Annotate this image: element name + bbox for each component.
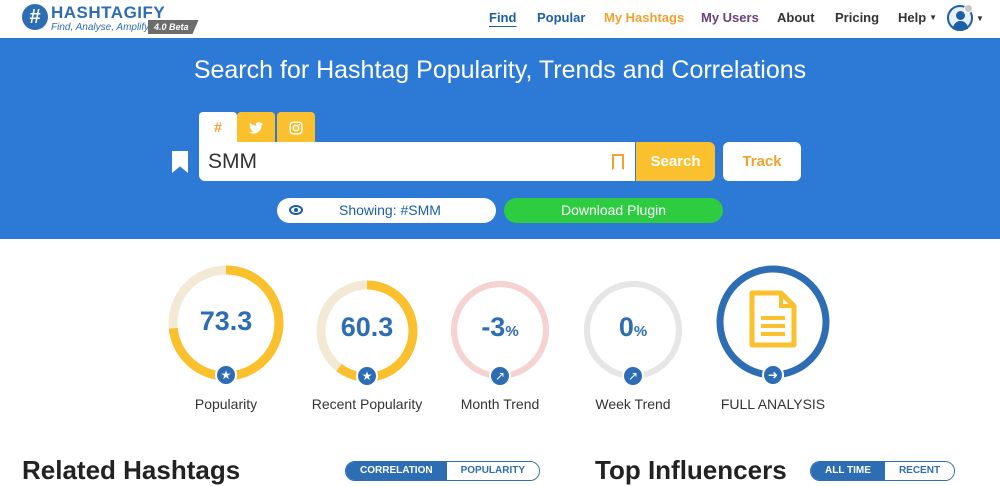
popularity-value: 73.3 <box>199 306 253 336</box>
nav-my-hashtags[interactable]: My Hashtags <box>604 10 684 25</box>
instagram-icon <box>289 121 303 135</box>
metric-week-trend[interactable]: 0% ↗ Week Trend <box>581 278 685 422</box>
nav-about[interactable]: About <box>777 10 815 25</box>
arrow-right-icon: ➜ <box>762 364 784 386</box>
nav-popular[interactable]: Popular <box>537 10 585 25</box>
hero-title: Search for Hashtag Popularity, Trends an… <box>193 56 807 84</box>
trend-icon: ↗ <box>489 365 511 387</box>
document-icon <box>749 290 797 348</box>
nav-help[interactable]: Help ▼ <box>898 10 937 25</box>
full-analysis-label: FULL ANALYSIS <box>720 396 826 412</box>
search-button[interactable]: Search <box>636 142 715 181</box>
star-icon: ★ <box>215 364 237 386</box>
nav-find[interactable]: Find <box>489 10 516 25</box>
related-hashtags-title: Related Hashtags <box>22 455 241 485</box>
week-trend-value: 0% <box>618 312 648 342</box>
related-sort-toggle[interactable]: CORRELATION POPULARITY <box>345 461 541 481</box>
top-navigation: # HASHTAGIFY Find, Analyse, Amplify 4.0 … <box>0 0 1000 38</box>
full-analysis-button[interactable]: ➜ FULL ANALYSIS <box>713 262 833 422</box>
influencers-period-toggle[interactable]: ALL TIME RECENT <box>810 461 956 481</box>
search-hero: Search for Hashtag Popularity, Trends an… <box>0 38 1000 239</box>
metric-recent-popularity[interactable]: 60.3 ★ Recent Popularity <box>312 278 422 422</box>
toggle-recent[interactable]: RECENT <box>884 462 955 480</box>
track-button[interactable]: Track <box>723 142 801 181</box>
user-icon-body <box>953 21 968 29</box>
nav-links: Find Popular My Hashtags My Users About … <box>0 10 1000 30</box>
chevron-down-icon: ▼ <box>929 13 938 22</box>
toggle-popularity[interactable]: POPULARITY <box>446 462 540 480</box>
tab-hashtag[interactable]: # <box>199 112 237 144</box>
twitter-icon <box>249 122 263 134</box>
nav-help-label: Help <box>898 10 927 25</box>
week-trend-label: Week Trend <box>595 396 671 412</box>
recent-popularity-value: 60.3 <box>340 312 394 342</box>
star-icon: ★ <box>356 365 378 387</box>
chevron-down-icon[interactable]: ▼ <box>976 14 984 23</box>
recent-popularity-label: Recent Popularity <box>311 396 423 412</box>
showing-label: Showing: #SMM <box>339 202 441 218</box>
bookmark-icon[interactable] <box>172 151 188 173</box>
user-icon-head <box>956 11 965 20</box>
eye-icon <box>289 205 303 215</box>
toggle-correlation[interactable]: CORRELATION <box>346 462 447 480</box>
search-input[interactable] <box>199 142 635 181</box>
nav-pricing[interactable]: Pricing <box>835 10 879 25</box>
download-plugin-button[interactable]: Download Plugin <box>504 198 723 223</box>
tab-twitter[interactable] <box>237 112 275 144</box>
status-dot <box>964 4 973 13</box>
nav-my-users[interactable]: My Users <box>701 10 759 25</box>
trend-icon: ↗ <box>622 365 644 387</box>
top-influencers-title: Top Influencers <box>595 455 787 485</box>
month-trend-value: -3% <box>481 312 519 342</box>
toggle-all-time[interactable]: ALL TIME <box>811 462 885 480</box>
popularity-label: Popularity <box>194 396 258 412</box>
month-trend-label: Month Trend <box>460 396 540 412</box>
showing-pill[interactable]: Showing: #SMM <box>277 198 496 223</box>
metric-month-trend[interactable]: -3% ↗ Month Trend <box>448 278 552 422</box>
hashtag-icon: # <box>214 119 222 135</box>
metric-popularity[interactable]: 73.3 ★ Popularity <box>165 262 287 422</box>
tab-instagram[interactable] <box>277 112 315 144</box>
